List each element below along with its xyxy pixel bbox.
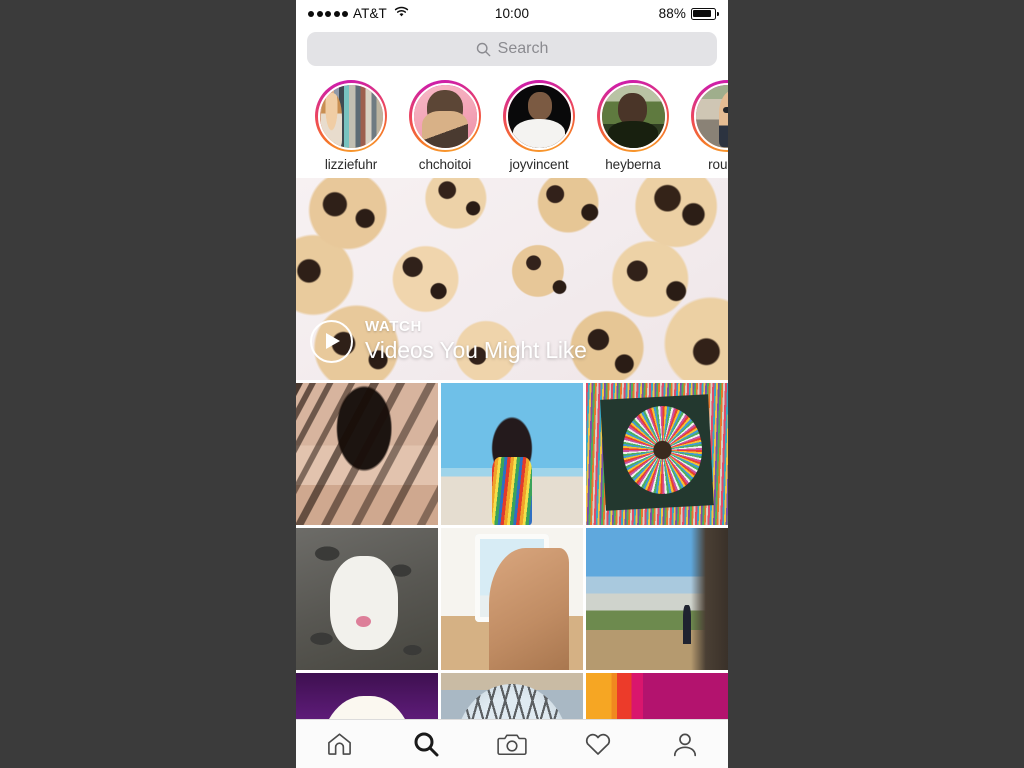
story-ring <box>409 80 481 152</box>
story-item-chchoitoi[interactable]: chchoitoi <box>398 80 492 172</box>
search-bar-container: Search <box>296 27 728 75</box>
story-username: joyvincent <box>509 157 569 172</box>
wifi-icon <box>394 6 409 21</box>
banner-title: Videos You Might Like <box>365 336 587 363</box>
battery-icon <box>691 7 719 20</box>
story-item-lizziefuhr[interactable]: lizziefuhr <box>304 80 398 172</box>
grid-tile[interactable] <box>296 383 438 525</box>
status-bar-right: 88% <box>566 6 719 21</box>
status-bar-left: AT&T <box>308 6 458 21</box>
videos-you-might-like-banner[interactable]: WATCH Videos You Might Like <box>296 178 728 380</box>
camera-icon <box>497 732 527 757</box>
clock: 10:00 <box>494 6 530 21</box>
story-item-rourke[interactable]: rourke <box>680 80 728 172</box>
tab-search[interactable] <box>382 720 468 768</box>
tab-home[interactable] <box>296 720 382 768</box>
story-username: chchoitoi <box>418 157 472 172</box>
signal-strength-icon <box>308 10 348 17</box>
grid-tile[interactable] <box>296 528 438 670</box>
avatar <box>411 82 479 150</box>
story-ring <box>503 80 575 152</box>
stories-tray[interactable]: lizziefuhr chchoitoi joyvincent heyberna… <box>296 75 728 178</box>
tab-profile[interactable] <box>642 720 728 768</box>
story-ring <box>597 80 669 152</box>
home-icon <box>326 731 353 757</box>
avatar <box>599 82 667 150</box>
story-username: rourke <box>708 157 728 172</box>
search-icon <box>413 731 439 757</box>
banner-overlay: WATCH Videos You Might Like <box>296 308 728 380</box>
battery-percent-label: 88% <box>658 6 686 21</box>
banner-text: WATCH Videos You Might Like <box>365 319 587 362</box>
avatar <box>693 82 728 150</box>
heart-icon <box>584 731 612 757</box>
story-username: lizziefuhr <box>324 157 378 172</box>
carrier-label: AT&T <box>353 6 387 21</box>
story-ring <box>691 80 728 152</box>
grid-tile[interactable] <box>586 383 728 525</box>
grid-tile[interactable] <box>586 528 728 670</box>
play-icon[interactable] <box>310 319 353 363</box>
search-input[interactable]: Search <box>307 32 717 66</box>
search-placeholder: Search <box>497 40 549 57</box>
bottom-tab-bar <box>296 719 728 768</box>
story-item-heyberna[interactable]: heyberna <box>586 80 680 172</box>
search-icon <box>476 42 491 57</box>
story-item-joyvincent[interactable]: joyvincent <box>492 80 586 172</box>
person-icon <box>672 731 698 757</box>
story-username: heyberna <box>605 157 661 172</box>
banner-kicker: WATCH <box>365 318 422 336</box>
grid-tile[interactable] <box>441 528 583 670</box>
tab-camera[interactable] <box>469 720 555 768</box>
status-bar: AT&T 10:00 88% <box>296 0 728 27</box>
avatar <box>317 82 385 150</box>
phone-screen: AT&T 10:00 88% Search lizziefuhr chchoit… <box>296 0 728 768</box>
grid-tile[interactable] <box>441 383 583 525</box>
avatar <box>505 82 573 150</box>
explore-photo-grid <box>296 383 728 768</box>
tab-activity[interactable] <box>555 720 641 768</box>
story-ring <box>315 80 387 152</box>
